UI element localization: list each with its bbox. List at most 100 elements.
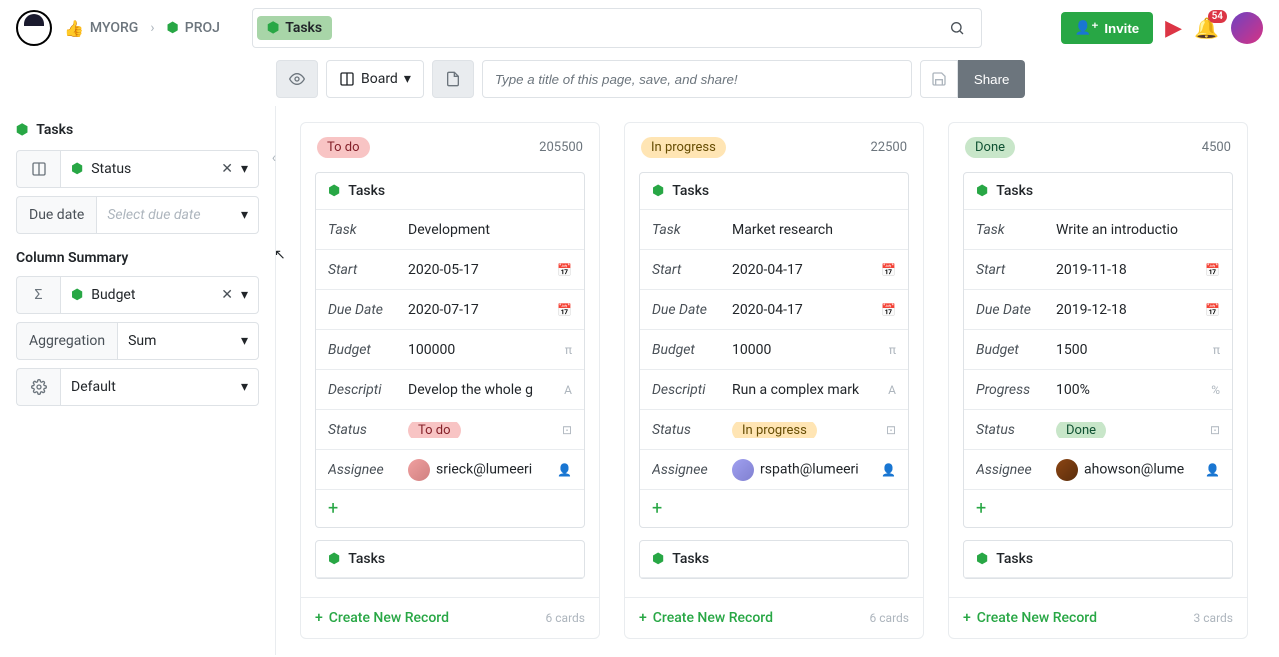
- card-field-row[interactable]: Budget 10000 π: [640, 330, 908, 370]
- header-actions: 👤⁺ Invite ▶ 🔔 54: [1061, 12, 1263, 44]
- column-status-pill[interactable]: In progress: [641, 137, 726, 158]
- add-field-button[interactable]: +: [316, 490, 584, 527]
- breadcrumb-org[interactable]: 👍 MYORG: [64, 19, 138, 38]
- avatar: [732, 459, 754, 481]
- page-title-input[interactable]: [482, 60, 912, 98]
- card-field-row[interactable]: Due Date 2019-12-18 📅: [964, 290, 1232, 330]
- record-card[interactable]: ⬢ Tasks: [639, 540, 909, 579]
- card-field-row[interactable]: Task Development: [316, 210, 584, 250]
- field-label: Status: [328, 422, 402, 438]
- clear-icon[interactable]: ✕: [221, 161, 233, 177]
- youtube-icon[interactable]: ▶: [1165, 16, 1182, 41]
- app-logo[interactable]: [16, 10, 52, 46]
- field-value: 2020-05-17: [402, 262, 557, 278]
- field-label: Start: [328, 262, 402, 278]
- field-label: Task: [976, 222, 1050, 238]
- field-label: Start: [976, 262, 1050, 278]
- card-field-row[interactable]: Start 2020-05-17 📅: [316, 250, 584, 290]
- collapse-sidebar-icon[interactable]: ‹: [272, 150, 276, 166]
- chevron-down-icon: ▾: [241, 379, 248, 395]
- status-badge: Done: [1056, 422, 1106, 438]
- field-label: Due Date: [976, 302, 1050, 318]
- visibility-toggle[interactable]: [276, 60, 318, 98]
- search-bar[interactable]: ⬢ Tasks: [252, 8, 982, 48]
- record-card[interactable]: ⬢ Tasks Task Development Start 2020-05-1…: [315, 172, 585, 528]
- create-record-button[interactable]: + Create New Record: [639, 610, 773, 626]
- tasks-icon: ⬢: [976, 551, 988, 567]
- create-record-button[interactable]: + Create New Record: [315, 610, 449, 626]
- invite-button[interactable]: 👤⁺ Invite: [1061, 12, 1153, 44]
- field-value: 2020-04-17: [726, 302, 881, 318]
- board-column: In progress 22500 ⬢ Tasks Task Market re…: [624, 122, 924, 639]
- card-field-row[interactable]: Progress 100% %: [964, 370, 1232, 410]
- format-select[interactable]: Default ▾: [60, 368, 259, 406]
- clear-icon[interactable]: ✕: [221, 287, 233, 303]
- notifications-button[interactable]: 🔔 54: [1194, 16, 1219, 40]
- view-selector[interactable]: Board ▾: [326, 60, 424, 98]
- search-icon[interactable]: [937, 12, 977, 44]
- share-button[interactable]: Share: [958, 60, 1026, 98]
- group-by-field[interactable]: ⬢ Status ✕ ▾: [60, 150, 259, 188]
- card-field-row[interactable]: Status In progress ⊡: [640, 410, 908, 450]
- avatar: [408, 459, 430, 481]
- card-field-row[interactable]: Budget 1500 π: [964, 330, 1232, 370]
- field-value: 2020-04-17: [726, 262, 881, 278]
- card-field-row[interactable]: Due Date 2020-04-17 📅: [640, 290, 908, 330]
- app-header: 👍 MYORG › ⬢ PROJ ⬢ Tasks 👤⁺ Invite ▶ 🔔 5…: [0, 0, 1279, 56]
- org-label: MYORG: [90, 20, 138, 36]
- field-label: Due Date: [652, 302, 726, 318]
- search-pill-label: Tasks: [285, 20, 322, 36]
- chevron-down-icon[interactable]: ▾: [241, 287, 248, 303]
- record-card[interactable]: ⬢ Tasks Task Market research Start 2020-…: [639, 172, 909, 528]
- card-field-row[interactable]: Task Write an introductio: [964, 210, 1232, 250]
- record-card[interactable]: ⬢ Tasks: [315, 540, 585, 579]
- card-field-row[interactable]: Status To do ⊡: [316, 410, 584, 450]
- field-type-icon: π: [1213, 343, 1220, 357]
- column-footer: + Create New Record 3 cards: [949, 597, 1247, 638]
- record-card[interactable]: ⬢ Tasks Task Write an introductio Start …: [963, 172, 1233, 528]
- search-filter-pill[interactable]: ⬢ Tasks: [257, 16, 332, 40]
- card-field-row[interactable]: Start 2020-04-17 📅: [640, 250, 908, 290]
- summary-field[interactable]: ⬢ Budget ✕ ▾: [60, 276, 259, 314]
- tasks-icon: ⬢: [328, 551, 340, 567]
- card-field-row[interactable]: Assignee ahowson@lume 👤: [964, 450, 1232, 490]
- due-date-select[interactable]: Select due date ▾: [96, 196, 259, 234]
- card-field-row[interactable]: Due Date 2020-07-17 📅: [316, 290, 584, 330]
- column-header: In progress 22500: [625, 123, 923, 172]
- tasks-icon: ⬢: [328, 183, 340, 199]
- field-value: To do: [402, 422, 562, 438]
- field-value: Run a complex mark: [726, 382, 888, 398]
- card-field-row[interactable]: Task Market research: [640, 210, 908, 250]
- chevron-down-icon[interactable]: ▾: [241, 161, 248, 177]
- field-value: ahowson@lume: [1050, 459, 1205, 481]
- add-field-button[interactable]: +: [640, 490, 908, 527]
- card-field-row[interactable]: Start 2019-11-18 📅: [964, 250, 1232, 290]
- card-field-row[interactable]: Descripti Run a complex mark A: [640, 370, 908, 410]
- card-title: ⬢ Tasks: [964, 541, 1232, 578]
- document-button[interactable]: [432, 60, 474, 98]
- record-card[interactable]: ⬢ Tasks: [963, 540, 1233, 579]
- card-field-row[interactable]: Status Done ⊡: [964, 410, 1232, 450]
- card-field-row[interactable]: Assignee rspath@lumeeri 👤: [640, 450, 908, 490]
- tasks-icon: ⬢: [976, 183, 988, 199]
- field-label: Task: [328, 222, 402, 238]
- field-value: 2019-11-18: [1050, 262, 1205, 278]
- aggregation-label: Aggregation: [16, 322, 117, 360]
- user-avatar[interactable]: [1231, 12, 1263, 44]
- board-column: To do 205500 ⬢ Tasks Task Development St…: [300, 122, 600, 639]
- view-toolbar: Board ▾ Share: [0, 56, 1279, 106]
- aggregation-select[interactable]: Sum ▾: [117, 322, 259, 360]
- card-field-row[interactable]: Assignee srieck@lumeeri 👤: [316, 450, 584, 490]
- field-value: Done: [1050, 422, 1210, 438]
- card-field-row[interactable]: Budget 100000 π: [316, 330, 584, 370]
- add-field-button[interactable]: +: [964, 490, 1232, 527]
- card-field-row[interactable]: Descripti Develop the whole g A: [316, 370, 584, 410]
- field-label: Descripti: [328, 382, 402, 398]
- project-icon: ⬢: [167, 20, 179, 36]
- save-button[interactable]: [920, 60, 958, 98]
- create-record-button[interactable]: + Create New Record: [963, 610, 1097, 626]
- field-type-icon: A: [564, 383, 572, 397]
- breadcrumb-project[interactable]: ⬢ PROJ: [167, 20, 220, 36]
- column-status-pill[interactable]: To do: [317, 137, 370, 158]
- column-status-pill[interactable]: Done: [965, 137, 1015, 158]
